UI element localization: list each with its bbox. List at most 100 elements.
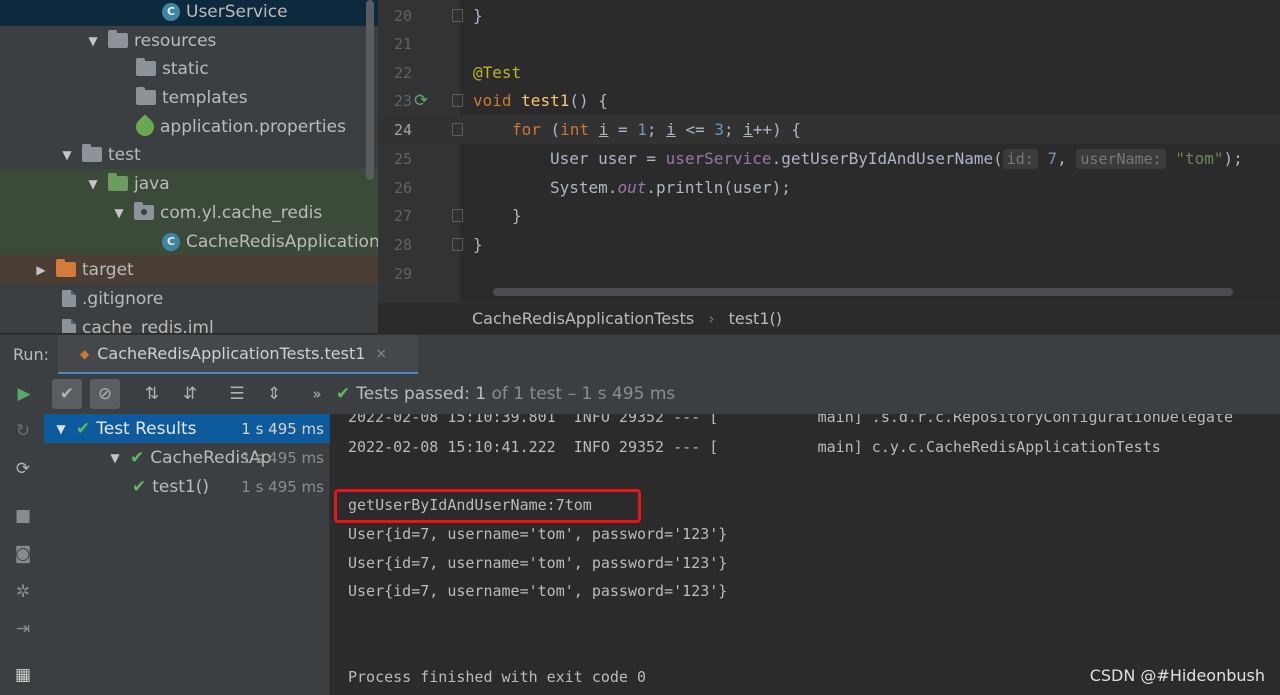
chevron-down-icon[interactable]: ▼ (86, 177, 100, 191)
tree-item-iml[interactable]: cache_redis.iml (0, 313, 378, 333)
code-line[interactable]: 25 User user = userService.getUserByIdAn… (378, 144, 1280, 173)
code-text: } (473, 235, 483, 254)
fold-icon[interactable] (452, 209, 463, 222)
tree-item-userservice[interactable]: C UserService (0, 0, 378, 26)
tree-item-application-properties[interactable]: application.properties (0, 112, 378, 141)
run-side-toolbar: ↻ ⟳ ■ ◙ ✲ ⇥ ▦ (0, 414, 44, 695)
test-duration: 1 s 495 ms (241, 419, 324, 438)
run-test-gutter-icon[interactable]: ⟳ (414, 91, 432, 111)
code-line[interactable]: 23 ⟳ void test1() { (378, 86, 1280, 115)
collapse-all-icon[interactable]: ⇕ (259, 379, 289, 409)
file-icon (62, 290, 76, 307)
chevron-down-icon[interactable]: ▼ (54, 422, 68, 436)
code-text: User user = userService.getUserByIdAndUs… (550, 149, 1243, 169)
project-tree: C UserService ▼ resources static templat… (0, 0, 378, 333)
sort-by-duration-icon[interactable]: ⇵ (175, 379, 205, 409)
tests-status-prefix: Tests passed: (356, 384, 470, 404)
highlight-box (334, 489, 641, 523)
tree-item-package[interactable]: ▼ com.yl.cache_redis (0, 198, 378, 227)
chevron-down-icon[interactable]: ▼ (86, 34, 100, 48)
fold-icon[interactable] (452, 94, 463, 107)
breadcrumb-class[interactable]: CacheRedisApplicationTests (472, 309, 694, 328)
run-config-icon: ◆ (80, 346, 90, 361)
show-ignored-icon[interactable]: ⊘ (90, 379, 120, 409)
debug-icon[interactable]: ✲ (13, 582, 33, 602)
chevron-right-icon[interactable]: ▶ (34, 263, 48, 277)
console-output[interactable]: 2022-02-08 15:10:39.801 INFO 29352 --- [… (330, 414, 1280, 695)
code-line[interactable]: 27 } (378, 201, 1280, 230)
tree-item-label: com.yl.cache_redis (160, 202, 323, 223)
line-number: 21 (393, 34, 412, 53)
chevron-down-icon[interactable]: ▼ (60, 148, 74, 162)
folder-icon (136, 58, 156, 76)
code-editor[interactable]: 20 } 21 22 @Test 23 ⟳ void test1() { 24 … (378, 0, 1280, 302)
excluded-folder-icon (56, 259, 76, 277)
sort-alphabetically-icon[interactable]: ⇅ (137, 379, 167, 409)
camera-icon[interactable]: ◙ (13, 544, 33, 564)
tree-item-label: .gitignore (82, 288, 164, 309)
tests-status: ✔ Tests passed: 1 of 1 test – 1 s 495 ms (336, 374, 675, 414)
tree-item-test[interactable]: ▼ test (0, 140, 378, 169)
console-line: Process finished with exit code 0 (348, 668, 647, 686)
code-line[interactable]: 26 System.out.println(user); (378, 173, 1280, 202)
tree-item-label: application.properties (160, 116, 346, 137)
run-tool-window-header: Run: ◆ CacheRedisApplicationTests.test1 … (0, 334, 1280, 375)
fold-icon[interactable] (452, 9, 463, 22)
layout-icon[interactable]: ▦ (13, 665, 33, 685)
test-tree-class[interactable]: ▼ ✔ CacheRedisAp 1 s 495 ms (44, 443, 330, 472)
line-number: 28 (393, 235, 412, 254)
line-number: 27 (393, 206, 412, 225)
show-passed-icon[interactable]: ✔ (52, 379, 82, 409)
breadcrumb-method[interactable]: test1() (729, 309, 782, 328)
more-actions-icon[interactable]: » (302, 379, 332, 409)
editor-horizontal-scrollbar[interactable] (493, 288, 1233, 296)
fold-icon[interactable] (452, 123, 463, 136)
tree-item-target[interactable]: ▶ target (0, 255, 378, 284)
tree-item-resources[interactable]: ▼ resources (0, 26, 378, 55)
package-icon (134, 202, 154, 220)
code-text: } (512, 206, 522, 225)
rerun-failed-icon[interactable]: ↻ (13, 421, 33, 441)
console-line: User{id=7, username='tom', password='123… (348, 525, 728, 543)
tree-item-static[interactable]: static (0, 54, 378, 83)
tree-item-templates[interactable]: templates (0, 83, 378, 112)
close-icon[interactable]: × (375, 346, 387, 362)
check-icon: ✔ (336, 384, 351, 404)
toggle-auto-test-icon[interactable]: ⟳ (13, 459, 33, 479)
console-line: User{id=7, username='tom', password='123… (348, 582, 728, 600)
code-line[interactable]: 22 @Test (378, 58, 1280, 87)
stop-icon[interactable]: ■ (13, 506, 33, 526)
console-line: 2022-02-08 15:10:41.222 INFO 29352 --- [… (348, 438, 1161, 456)
tree-item-java[interactable]: ▼ java (0, 169, 378, 198)
folder-icon (82, 144, 102, 162)
run-tab[interactable]: ◆ CacheRedisApplicationTests.test1 × (58, 335, 418, 375)
chevron-down-icon[interactable]: ▼ (108, 451, 122, 465)
parameter-hint: userName: (1076, 149, 1166, 169)
watermark: CSDN @#Hideonbush (1089, 666, 1265, 685)
code-line[interactable]: 28 } (378, 230, 1280, 259)
test-tree-root[interactable]: ▼ ✔ Test Results 1 s 495 ms (44, 414, 330, 443)
code-text: System.out.println(user); (550, 178, 791, 197)
code-line[interactable]: 21 (378, 29, 1280, 58)
tree-item-cacheredisapplication[interactable]: C CacheRedisApplication (0, 227, 378, 256)
chevron-down-icon[interactable]: ▼ (112, 206, 126, 220)
tree-item-label: target (82, 259, 134, 280)
import-tests-icon[interactable]: ⇥ (13, 619, 33, 639)
file-icon (62, 319, 76, 333)
console-line: User{id=7, username='tom', password='123… (348, 554, 728, 572)
code-text: for (int i = 1; i <= 3; i++) { (512, 120, 802, 139)
fold-icon[interactable] (452, 238, 463, 251)
annotation-text: @Test (473, 63, 522, 82)
spring-properties-icon (132, 113, 158, 140)
code-line[interactable]: 20 } (378, 1, 1280, 30)
code-line-current[interactable]: 24 for (int i = 1; i <= 3; i++) { (378, 115, 1280, 144)
tree-item-gitignore[interactable]: .gitignore (0, 284, 378, 313)
tree-item-label: test (108, 144, 141, 165)
test-tree-method[interactable]: ✔ test1() 1 s 495 ms (44, 472, 330, 501)
line-number: 25 (393, 149, 412, 168)
rerun-icon[interactable]: ▶ (9, 379, 39, 409)
expand-all-icon[interactable]: ☰ (222, 379, 252, 409)
project-scrollbar[interactable] (366, 0, 374, 180)
tree-item-label: cache_redis.iml (82, 317, 214, 334)
code-line[interactable]: 29 (378, 259, 1280, 288)
